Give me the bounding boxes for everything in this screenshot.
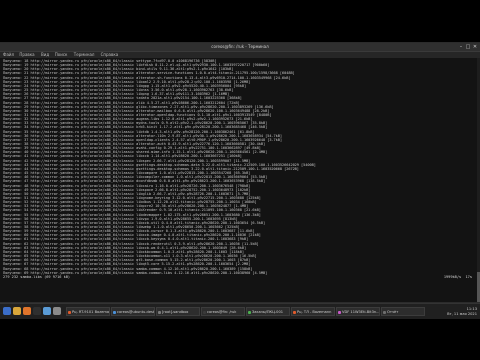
app-icon: [248, 310, 251, 314]
clock-date: Вт, 11 мая 2021: [447, 311, 477, 316]
clock[interactable]: 11:13 Вт, 11 мая 2021: [447, 307, 477, 316]
terminal-output[interactable]: Получено: 18 http://mirror.yandex.ru pfn…: [0, 58, 480, 302]
taskbar-app[interactable]: coreos@ubuntu-desk: [111, 307, 155, 316]
app-icon: [383, 310, 386, 314]
app-icon: [203, 310, 206, 314]
taskbar-app[interactable]: Рц. RT-9101 Bozemann: [66, 307, 110, 316]
menu-icon[interactable]: [3, 307, 11, 315]
settings-icon[interactable]: [53, 307, 61, 315]
taskbar-app-label: Отчёт: [387, 310, 399, 314]
minimize-icon[interactable]: –: [458, 44, 464, 50]
taskbar-app[interactable]: Рц. ТЛ - Bozemann: [291, 307, 335, 316]
download-speed: 1999kB/s 17s: [443, 274, 472, 279]
window-title: coreos@fin: /ruk - Терминал: [211, 44, 269, 49]
taskbar: Рц. RT-9101 Bozemann coreos@ubuntu-desk [r…: [0, 303, 480, 319]
taskbar-app-label: coreos@ubuntu-desk: [117, 310, 155, 314]
taskbar-app-label: Заказы/ПКЦ-001: [252, 310, 284, 314]
taskbar-app[interactable]: Заказы/ПКЦ-001: [246, 307, 290, 316]
screen: coreos@fin: /ruk - Терминал – □ ✕ Файл Пр…: [0, 0, 480, 360]
taskbar-app-label: VDF 11W3Eti-Bit3n...: [342, 310, 380, 314]
taskbar-app-label: [root]-sandbox: [162, 310, 189, 314]
mail-icon[interactable]: [43, 307, 51, 315]
taskbar-app[interactable]: Отчёт: [381, 307, 425, 316]
close-icon[interactable]: ✕: [472, 44, 478, 50]
window-titlebar[interactable]: coreos@fin: /ruk - Терминал – □ ✕: [0, 43, 480, 52]
files-icon[interactable]: [13, 307, 21, 315]
taskbar-app[interactable]: [root]-sandbox: [156, 307, 200, 316]
app-icon: [68, 310, 71, 314]
terminal-icon[interactable]: [33, 307, 41, 315]
app-icon: [113, 310, 116, 314]
terminal-window: coreos@fin: /ruk - Терминал – □ ✕ Файл Пр…: [0, 43, 480, 302]
taskbar-app-label: Рц. ТЛ - Bozemann: [297, 310, 332, 314]
progress-line: 279 232 samba-libs (69 9716 kB): [3, 274, 71, 279]
app-icon: [158, 310, 161, 314]
app-icon: [338, 310, 341, 314]
maximize-icon[interactable]: □: [465, 44, 471, 50]
app-icon: [293, 310, 296, 314]
taskbar-app-label: coreos@fin: /ruk: [207, 310, 237, 314]
taskbar-app[interactable]: coreos@fin: /ruk: [201, 307, 245, 316]
taskbar-app-label: Рц. RT-9101 Bozemann: [72, 310, 110, 314]
browser-icon[interactable]: [23, 307, 31, 315]
taskbar-app[interactable]: VDF 11W3Eti-Bit3n...: [336, 307, 380, 316]
